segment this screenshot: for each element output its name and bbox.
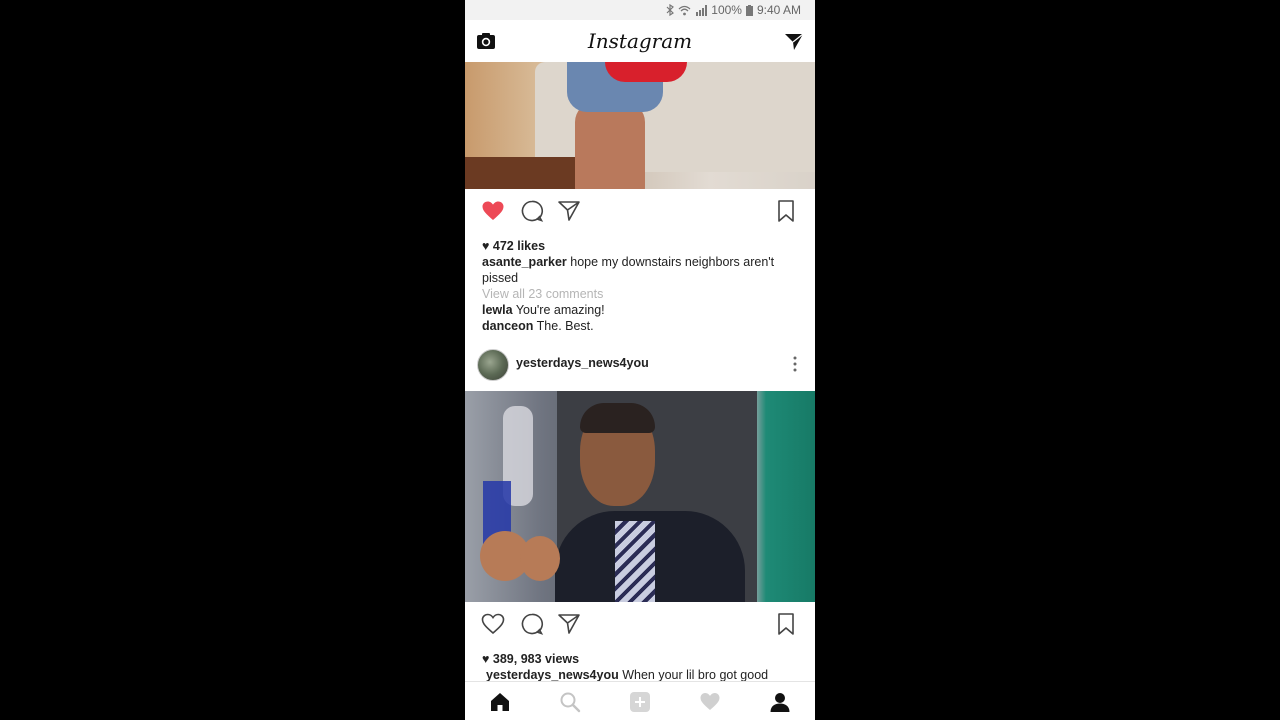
post1-action-bar xyxy=(465,190,815,230)
phone-screen: 100% 9:40 AM Instagram ♥ 472 likes asant… xyxy=(465,0,815,720)
bottom-nav xyxy=(465,681,815,720)
post1-caption-username[interactable]: asante_parker xyxy=(482,255,567,269)
share-icon[interactable] xyxy=(557,199,581,223)
small-heart-icon: ♥ xyxy=(482,239,490,253)
signal-icon xyxy=(696,4,708,16)
post2-caption-username[interactable]: yesterdays_news4you xyxy=(486,668,619,682)
post-photo-2[interactable] xyxy=(465,391,815,602)
home-icon[interactable] xyxy=(489,691,511,713)
comment-username[interactable]: lewla xyxy=(482,303,513,317)
comment-icon[interactable] xyxy=(520,612,544,636)
bookmark-icon[interactable] xyxy=(774,612,798,636)
post1-caption: asante_parker hope my downstairs neighbo… xyxy=(482,254,800,286)
bookmark-icon[interactable] xyxy=(774,199,798,223)
direct-message-icon[interactable] xyxy=(783,30,805,52)
battery-icon xyxy=(745,4,753,16)
activity-heart-icon[interactable] xyxy=(699,691,721,713)
app-title: Instagram xyxy=(587,29,693,53)
more-options-icon[interactable] xyxy=(791,354,799,374)
comment-row: lewla You're amazing! xyxy=(482,302,800,318)
comment-icon[interactable] xyxy=(520,199,544,223)
add-post-icon[interactable] xyxy=(629,691,651,713)
app-header: Instagram xyxy=(465,20,815,63)
search-icon[interactable] xyxy=(559,691,581,713)
post2-header: yesterdays_news4you xyxy=(465,342,815,390)
bluetooth-icon xyxy=(666,4,675,16)
post2-views-count: 389, 983 views xyxy=(492,652,580,666)
post1-details: ♥ 472 likes asante_parker hope my downst… xyxy=(482,238,800,334)
like-heart-icon[interactable] xyxy=(481,199,505,223)
post2-username[interactable]: yesterdays_news4you xyxy=(516,356,649,370)
view-all-comments-link[interactable]: View all 23 comments xyxy=(482,286,800,302)
post2-views[interactable]: ♥ 389, 983 views xyxy=(482,651,800,667)
avatar[interactable] xyxy=(477,349,509,381)
small-heart-icon: ♥ xyxy=(482,652,490,666)
post2-details: ♥ 389, 983 views yesterdays_news4you Whe… xyxy=(482,651,800,683)
wifi-icon xyxy=(678,5,691,15)
like-heart-icon[interactable] xyxy=(481,612,505,636)
post2-action-bar xyxy=(465,603,815,643)
comment-text: The. Best. xyxy=(536,319,594,333)
profile-icon[interactable] xyxy=(769,691,791,713)
post-photo-1[interactable] xyxy=(465,62,815,189)
post1-likes[interactable]: ♥ 472 likes xyxy=(482,238,800,254)
status-bar: 100% 9:40 AM xyxy=(465,0,815,20)
status-time: 9:40 AM xyxy=(756,3,801,17)
share-icon[interactable] xyxy=(557,612,581,636)
post2-caption-text: When your lil bro got good xyxy=(622,668,769,682)
post1-likes-count: 472 likes xyxy=(492,239,546,253)
comment-username[interactable]: danceon xyxy=(482,319,533,333)
comment-row: danceon The. Best. xyxy=(482,318,800,334)
battery-percent: 100% xyxy=(711,3,742,17)
comment-text: You're amazing! xyxy=(515,303,605,317)
